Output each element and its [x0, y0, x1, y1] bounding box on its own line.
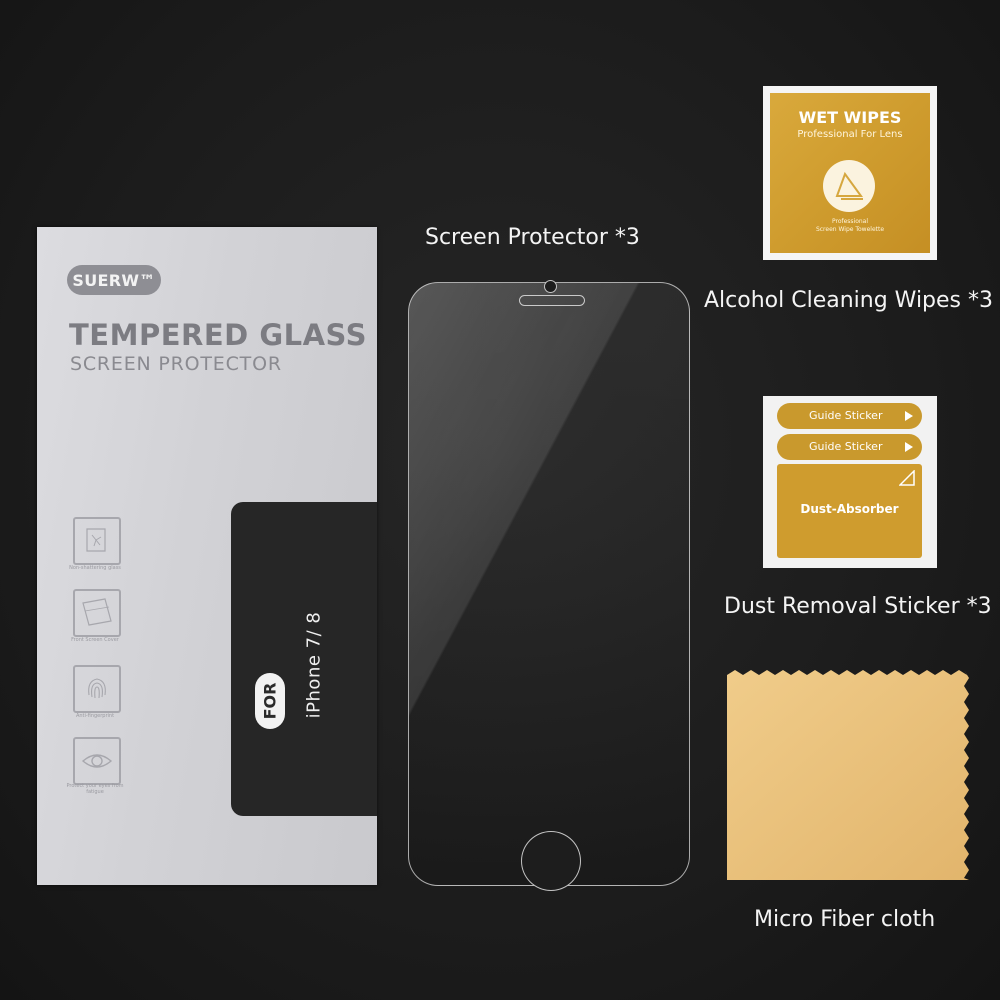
fingerprint-icon [73, 665, 121, 713]
arrow-right-icon [905, 442, 913, 452]
model-panel: FOR iPhone 7/ 8 [231, 502, 377, 816]
guide-sticker-label: Guide Sticker [809, 440, 883, 453]
peel-corner-icon [899, 470, 915, 486]
dust-sticker-label: Dust Removal Sticker *3 [724, 594, 992, 619]
for-label: FOR [260, 682, 280, 720]
shatter-glass-icon [73, 517, 121, 565]
guide-sticker-strip: Guide Sticker [777, 434, 922, 460]
package-subtitle: SCREEN PROTECTOR [70, 353, 282, 375]
camera-cutout [544, 280, 557, 293]
wipes-title: WET WIPES [798, 108, 902, 127]
package-title: TEMPERED GLASS [69, 318, 368, 352]
guide-sticker-label: Guide Sticker [809, 409, 883, 422]
home-button-cutout [521, 831, 581, 891]
front-screen-icon [73, 589, 121, 637]
wet-wipes-packet: WET WIPES Professional For Lens Professi… [763, 86, 937, 260]
arrow-right-icon [905, 411, 913, 421]
feature-caption: Front Screen Cover [71, 637, 119, 643]
feature-caption: Anti-fingerprint [75, 713, 115, 719]
model-label: iPhone 7/ 8 [303, 611, 325, 719]
wipes-packet-face: WET WIPES Professional For Lens Professi… [770, 93, 930, 253]
dust-absorber-pad: Dust-Absorber [777, 464, 922, 558]
wipes-label: Alcohol Cleaning Wipes *3 [704, 288, 994, 313]
dust-removal-sticker: Guide Sticker Guide Sticker Dust-Absorbe… [763, 396, 937, 568]
brand-badge: SUERW™ [67, 265, 161, 295]
microfiber-cloth [727, 670, 969, 880]
wipes-logo-icon [823, 160, 875, 212]
guide-sticker-strip: Guide Sticker [777, 403, 922, 429]
product-package: SUERW™ TEMPERED GLASS SCREEN PROTECTOR N… [37, 227, 377, 885]
wipes-subtitle: Professional For Lens [797, 129, 903, 140]
wipes-small-text: Screen Wipe Towelette [815, 226, 885, 233]
wipes-small-text: Professional [831, 218, 869, 225]
cloth-label: Micro Fiber cloth [754, 907, 936, 932]
feature-caption: Non-shattering glass [69, 565, 121, 571]
screen-protector-label: Screen Protector *3 [425, 225, 640, 250]
screen-protector-glass [408, 280, 690, 891]
dust-absorber-label: Dust-Absorber [800, 502, 899, 516]
feature-caption: Protect your eyes from fatigue [66, 783, 124, 795]
earpiece-cutout [519, 295, 585, 306]
eye-icon [73, 737, 121, 785]
